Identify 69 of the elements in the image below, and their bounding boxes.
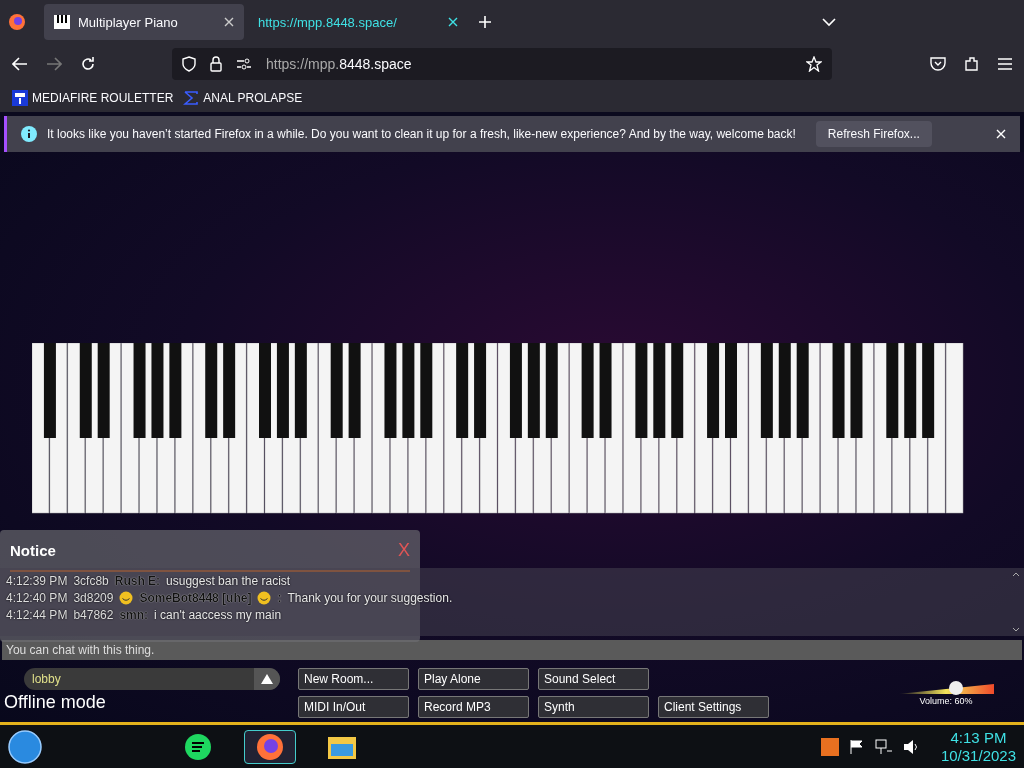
permissions-icon[interactable] bbox=[236, 58, 252, 70]
bookmark-link[interactable]: ANAL PROLAPSE bbox=[183, 90, 303, 106]
notice-title: Notice bbox=[10, 541, 56, 559]
dropdown-arrow-button[interactable] bbox=[254, 668, 280, 690]
info-icon bbox=[21, 126, 37, 142]
notification-text: It looks like you haven’t started Firefox in a while. Do you want to clean it up for a fresh, like-new experience? And by the way, welcome back! bbox=[47, 127, 796, 141]
close-icon[interactable] bbox=[448, 17, 458, 27]
menu-button[interactable]: Sound Select bbox=[538, 668, 649, 690]
message-text: usuggest ban the racist bbox=[166, 574, 291, 588]
status-text: Offline mode bbox=[4, 692, 107, 713]
shield-icon[interactable] bbox=[182, 56, 196, 72]
browser-tab[interactable]: https://mpp.8448.space/ bbox=[248, 4, 468, 40]
url-text: https://mpp.8448.space bbox=[266, 56, 413, 72]
user-id: 3cfc8b bbox=[73, 574, 109, 588]
chat-input[interactable]: You can chat with this thing. bbox=[2, 640, 1022, 660]
user-name: Rush E: bbox=[114, 574, 161, 588]
music-app-icon bbox=[184, 732, 212, 761]
extensions-icon[interactable] bbox=[964, 56, 980, 72]
back-icon[interactable] bbox=[12, 57, 28, 71]
bookmark-link[interactable]: MEDIAFIRE ROULETTER bbox=[12, 90, 174, 106]
flag-icon[interactable] bbox=[848, 738, 865, 755]
smiley-icon bbox=[257, 591, 272, 605]
smiley-icon bbox=[119, 591, 134, 605]
address-field[interactable]: https://mpp.8448.space bbox=[172, 48, 832, 80]
browser-tab[interactable]: Multiplayer Piano bbox=[44, 4, 244, 40]
chevron-down-icon[interactable] bbox=[822, 17, 836, 27]
clock-date: 10/31/2023 bbox=[940, 746, 1016, 765]
message-time: 4:12:44 PM bbox=[6, 608, 68, 622]
refresh-button[interactable]: Refresh Firefox... bbox=[815, 121, 932, 147]
app-tray-icon[interactable] bbox=[820, 737, 839, 756]
slider-thumb[interactable] bbox=[948, 681, 963, 695]
sigma-icon bbox=[183, 90, 200, 106]
firefox-icon[interactable] bbox=[8, 13, 26, 31]
message-text: i can't aaccess my main bbox=[154, 608, 282, 622]
message-text: Thank you for your suggestion. bbox=[287, 591, 453, 605]
menu-icon[interactable] bbox=[998, 58, 1012, 70]
close-icon[interactable] bbox=[224, 17, 234, 27]
user-name-end: : bbox=[277, 591, 282, 605]
forward-icon[interactable] bbox=[46, 57, 62, 71]
menu-button[interactable]: Play Alone bbox=[418, 668, 529, 690]
triangle-up-icon bbox=[261, 674, 273, 684]
browser-app-button[interactable] bbox=[244, 729, 296, 764]
user-id: 3d8209 bbox=[73, 591, 114, 605]
menu-button[interactable]: MIDI In/Out bbox=[298, 696, 409, 718]
volume-label: Volume: 60% bbox=[919, 696, 973, 706]
user-name: SomeBot8448 [uhe] bbox=[139, 591, 252, 605]
pocket-icon[interactable] bbox=[930, 57, 946, 71]
message-time: 4:12:39 PM bbox=[6, 574, 68, 588]
mf-logo-icon bbox=[12, 90, 28, 106]
room-select[interactable]: lobby bbox=[24, 668, 280, 690]
scroll-up-icon[interactable] bbox=[1012, 572, 1020, 577]
menu-button[interactable]: New Room... bbox=[298, 668, 409, 690]
firefox-icon bbox=[256, 732, 284, 761]
start-orb-icon[interactable] bbox=[8, 729, 42, 764]
message-time: 4:12:40 PM bbox=[6, 591, 68, 605]
menu-button[interactable]: Client Settings bbox=[658, 696, 769, 718]
network-icon[interactable] bbox=[874, 738, 893, 755]
piano-keyboard-drawing[interactable] bbox=[32, 343, 966, 514]
reload-icon[interactable] bbox=[80, 56, 96, 72]
scroll-down-icon[interactable] bbox=[1012, 627, 1020, 632]
clock-time: 4:13 PM bbox=[950, 728, 1007, 747]
piano-icon bbox=[54, 15, 70, 29]
user-id: b47862 bbox=[73, 608, 114, 622]
lock-icon bbox=[210, 56, 222, 72]
user-name: smn: bbox=[119, 608, 149, 622]
plus-icon[interactable] bbox=[478, 15, 492, 29]
star-icon[interactable] bbox=[806, 56, 822, 72]
menu-button[interactable]: Record MP3 bbox=[418, 696, 529, 718]
menu-button[interactable]: Synth bbox=[538, 696, 649, 718]
